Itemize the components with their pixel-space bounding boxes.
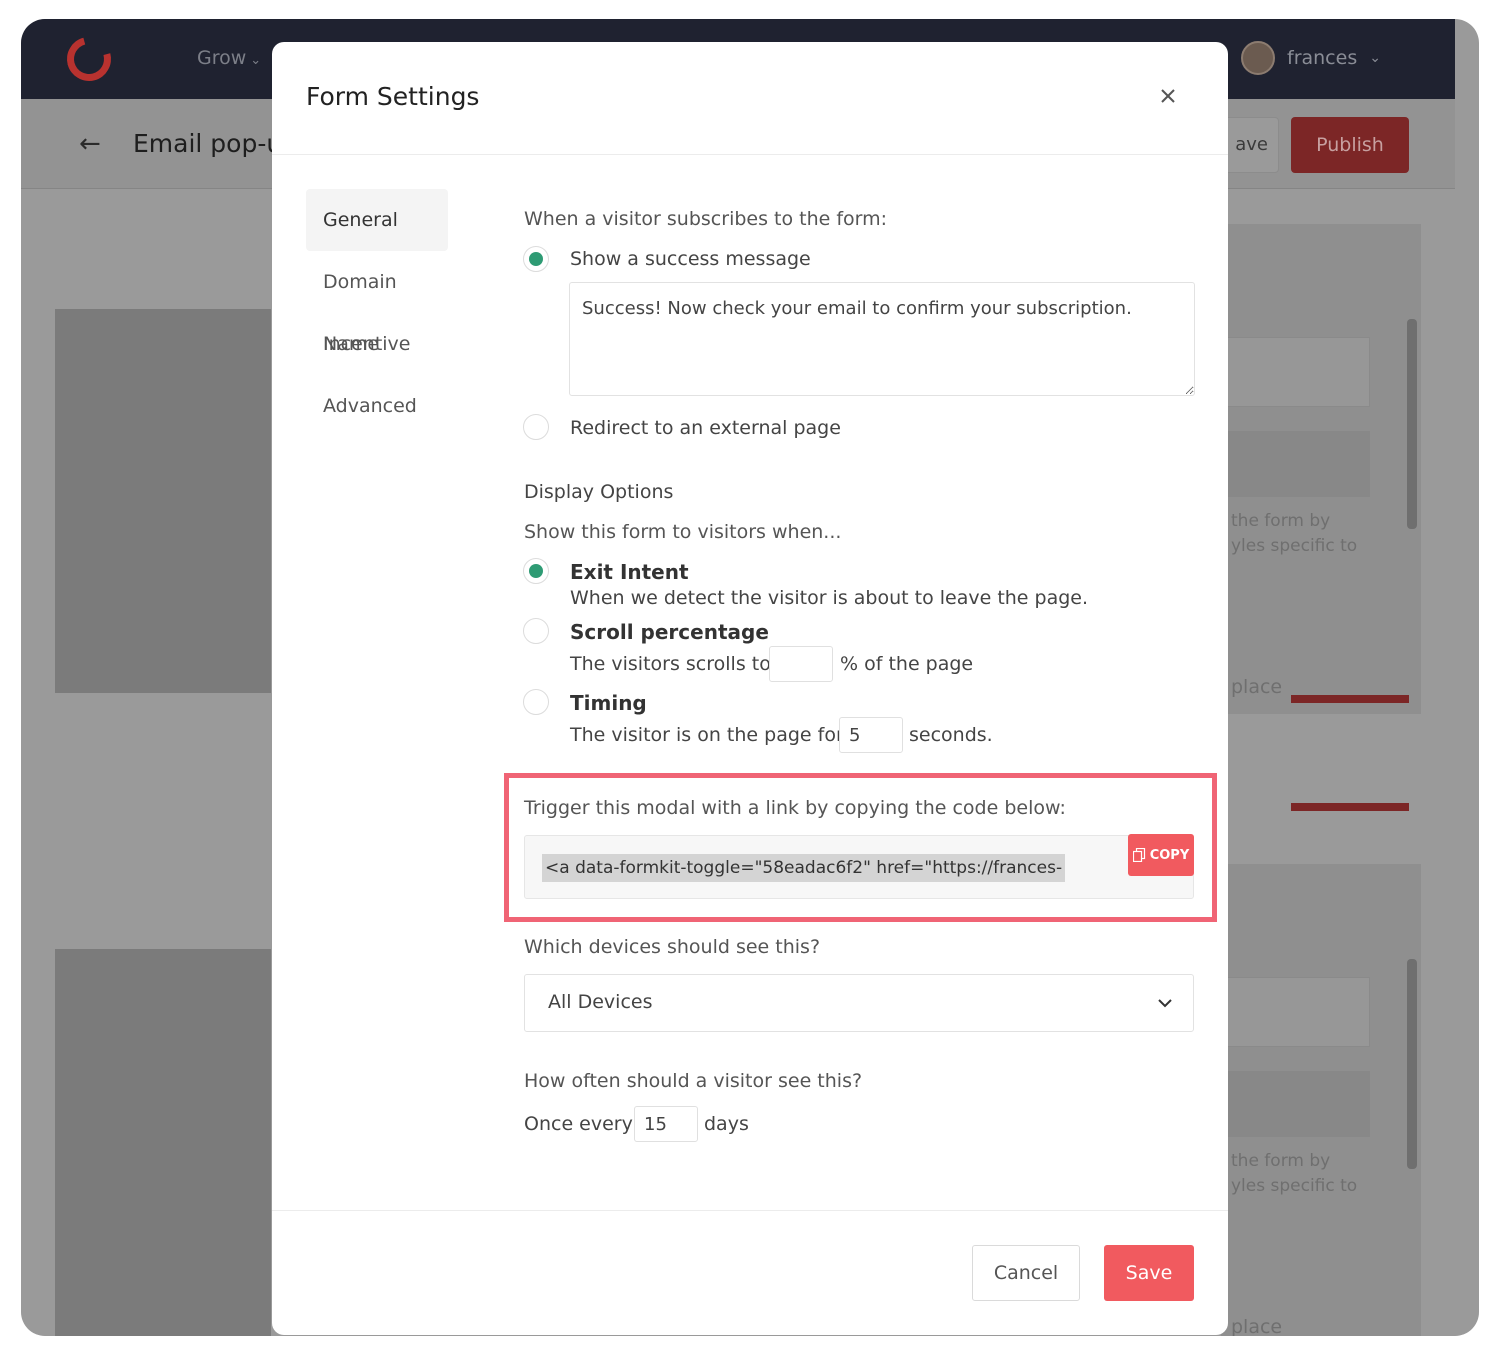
bg-text-line: the form by: [1231, 1151, 1331, 1171]
bg-text: the form by yles specific to: [1231, 1149, 1357, 1199]
option-success-label: Show a success message: [570, 248, 811, 270]
frequency-prefix: Once every: [524, 1113, 633, 1135]
radio-redirect[interactable]: [523, 414, 549, 440]
display-options-subheading: Show this form to visitors when...: [524, 521, 842, 543]
modal-footer-divider: [272, 1210, 1228, 1211]
display-options-heading: Display Options: [524, 481, 674, 503]
copy-label: COPY: [1149, 847, 1190, 863]
copy-icon: [1132, 848, 1145, 862]
preview-thumbnail: [55, 309, 271, 693]
avatar: [1241, 41, 1275, 75]
chevron-down-icon: ⌄: [1369, 50, 1381, 66]
save-button[interactable]: Save: [1104, 1245, 1194, 1301]
frequency-heading: How often should a visitor see this?: [524, 1070, 863, 1092]
bg-text-line: the form by: [1231, 511, 1331, 531]
preview-thumbnail: [55, 949, 271, 1336]
bg-input: [1226, 977, 1370, 1047]
scroll-percentage-label: Scroll percentage: [570, 620, 769, 644]
subscribe-heading: When a visitor subscribes to the form:: [524, 208, 888, 230]
chevron-down-icon: ⌄: [250, 53, 262, 68]
cancel-button[interactable]: Cancel: [972, 1245, 1080, 1301]
exit-intent-description: When we detect the visitor is about to l…: [570, 587, 1089, 609]
frequency-suffix: days: [704, 1113, 749, 1135]
scroll-prefix: The visitors scrolls to: [570, 653, 771, 675]
bg-text-line: yles specific to: [1231, 536, 1358, 556]
page-title: Email pop-u: [133, 129, 283, 158]
modal-header: Form Settings: [272, 42, 1228, 155]
bg-replace-label: place: [1231, 676, 1283, 698]
timing-prefix: The visitor is on the page for: [570, 724, 844, 746]
user-name: frances: [1287, 47, 1358, 69]
nav-item-advanced[interactable]: Advanced: [306, 375, 448, 437]
success-message-textarea[interactable]: Success! Now check your email to confirm…: [569, 282, 1195, 396]
radio-success-message[interactable]: [523, 246, 549, 272]
radio-timing[interactable]: [523, 689, 549, 715]
user-menu[interactable]: frances ⌄: [1241, 41, 1381, 75]
bg-text: the form by yles specific to: [1231, 509, 1357, 559]
modal-title: Form Settings: [306, 82, 480, 111]
logo-icon: [58, 28, 120, 90]
scroll-percentage-input[interactable]: [769, 646, 833, 682]
bg-replace-label: place: [1231, 1316, 1283, 1336]
nav-item-general[interactable]: General: [306, 189, 448, 251]
radio-exit-intent[interactable]: [523, 558, 549, 584]
devices-select[interactable]: All Devices: [524, 974, 1194, 1032]
settings-nav: General Domain Name Incentive Advanced: [306, 189, 448, 437]
nav-grow-menu[interactable]: Grow ⌄: [197, 47, 261, 69]
trigger-heading: Trigger this modal with a link by copyin…: [524, 797, 1066, 819]
trigger-code-box[interactable]: <a data-formkit-toggle="58eadac6f2" href…: [524, 835, 1194, 899]
nav-item-incentive[interactable]: Incentive: [306, 313, 448, 375]
scrollbar[interactable]: [1407, 319, 1417, 529]
bg-text-line: yles specific to: [1231, 1176, 1358, 1196]
chevron-down-icon: [1158, 999, 1172, 1008]
back-arrow-icon[interactable]: ←: [79, 129, 101, 159]
exit-intent-label: Exit Intent: [570, 560, 689, 584]
timing-suffix: seconds.: [909, 724, 993, 746]
close-icon[interactable]: [1154, 82, 1182, 110]
nav-grow-label: Grow: [197, 47, 247, 69]
bg-block: [1226, 1071, 1370, 1137]
radio-scroll-percentage[interactable]: [523, 618, 549, 644]
trigger-code[interactable]: <a data-formkit-toggle="58eadac6f2" href…: [542, 854, 1066, 882]
devices-heading: Which devices should see this?: [524, 936, 821, 958]
scroll-suffix: % of the page: [840, 653, 974, 675]
timing-label: Timing: [570, 691, 647, 715]
copy-button[interactable]: COPY: [1128, 834, 1194, 876]
form-settings-modal: Form Settings General Domain Name Incent…: [272, 42, 1228, 1335]
bg-block: [1226, 431, 1370, 497]
frequency-days-input[interactable]: [634, 1106, 698, 1142]
bg-red-bar: [1291, 803, 1409, 811]
publish-button[interactable]: Publish: [1291, 117, 1409, 173]
bg-red-bar: [1291, 695, 1409, 703]
option-redirect-label: Redirect to an external page: [570, 417, 841, 439]
nav-item-domain-name[interactable]: Domain Name: [306, 251, 448, 355]
timing-seconds-input[interactable]: [839, 717, 903, 753]
bg-input: [1226, 337, 1370, 407]
scrollbar[interactable]: [1407, 959, 1417, 1169]
devices-selected-value: All Devices: [548, 991, 653, 1013]
